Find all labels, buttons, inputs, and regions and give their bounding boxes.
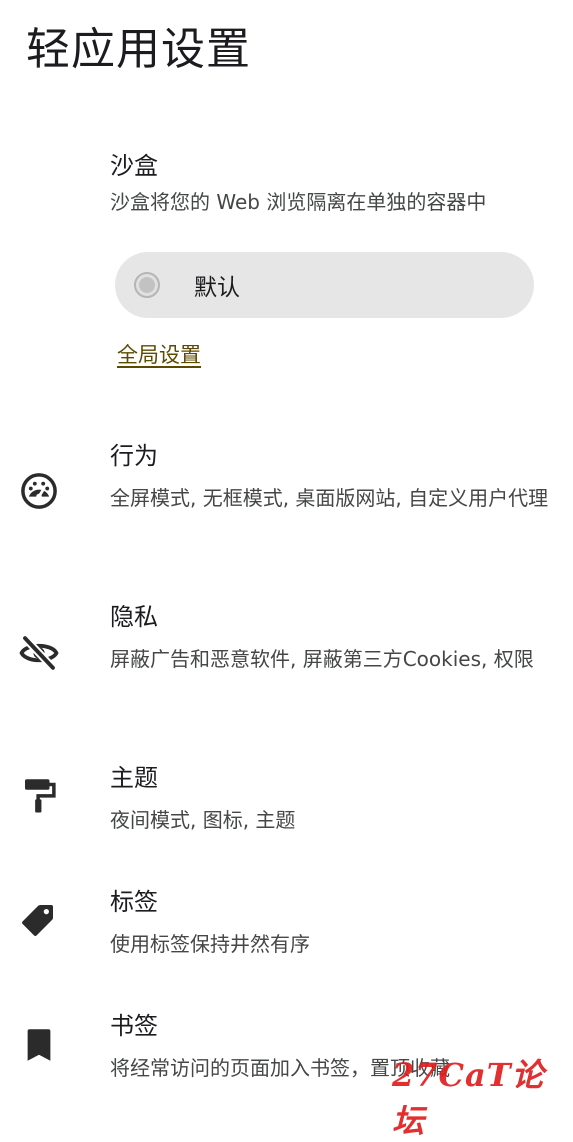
paint-roller-icon	[25, 779, 56, 813]
settings-item-title: 行为	[110, 442, 158, 470]
settings-item-description: 全屏模式, 无框模式, 桌面版网站, 自定义用户代理	[110, 486, 549, 510]
settings-item-privacy[interactable]: 隐私 屏蔽广告和恶意软件, 屏蔽第三方Cookies, 权限	[0, 601, 573, 711]
settings-item-tags[interactable]: 标签 使用标签保持井然有序	[0, 886, 573, 966]
sandbox-description: 沙盒将您的 Web 浏览隔离在单独的容器中	[110, 190, 487, 214]
bookmark-icon	[27, 1029, 51, 1061]
settings-item-title: 主题	[110, 764, 158, 792]
settings-item-title: 书签	[110, 1012, 158, 1040]
settings-item-description: 使用标签保持井然有序	[110, 932, 310, 956]
settings-item-title: 隐私	[110, 603, 158, 631]
sandbox-default-option[interactable]: 默认	[115, 252, 534, 318]
settings-item-behavior[interactable]: 行为 全屏模式, 无框模式, 桌面版网站, 自定义用户代理	[0, 440, 573, 550]
page-title: 轻应用设置	[26, 24, 251, 75]
sandbox-title: 沙盒	[110, 152, 158, 180]
settings-item-description: 夜间模式, 图标, 主题	[110, 808, 296, 832]
radio-button[interactable]	[134, 272, 160, 298]
eye-off-icon	[19, 635, 59, 671]
settings-item-description: 屏蔽广告和恶意软件, 屏蔽第三方Cookies, 权限	[110, 647, 534, 671]
settings-item-theme[interactable]: 主题 夜间模式, 图标, 主题	[0, 762, 573, 842]
sandbox-default-label: 默认	[194, 275, 240, 301]
radio-button-dot	[139, 277, 155, 293]
global-settings-link[interactable]: 全局设置	[117, 340, 201, 370]
watermark: 27CaT论坛	[392, 1056, 545, 1140]
tag-icon	[22, 905, 53, 936]
settings-item-title: 标签	[110, 888, 158, 916]
dashboard-gauge-icon	[21, 473, 57, 509]
